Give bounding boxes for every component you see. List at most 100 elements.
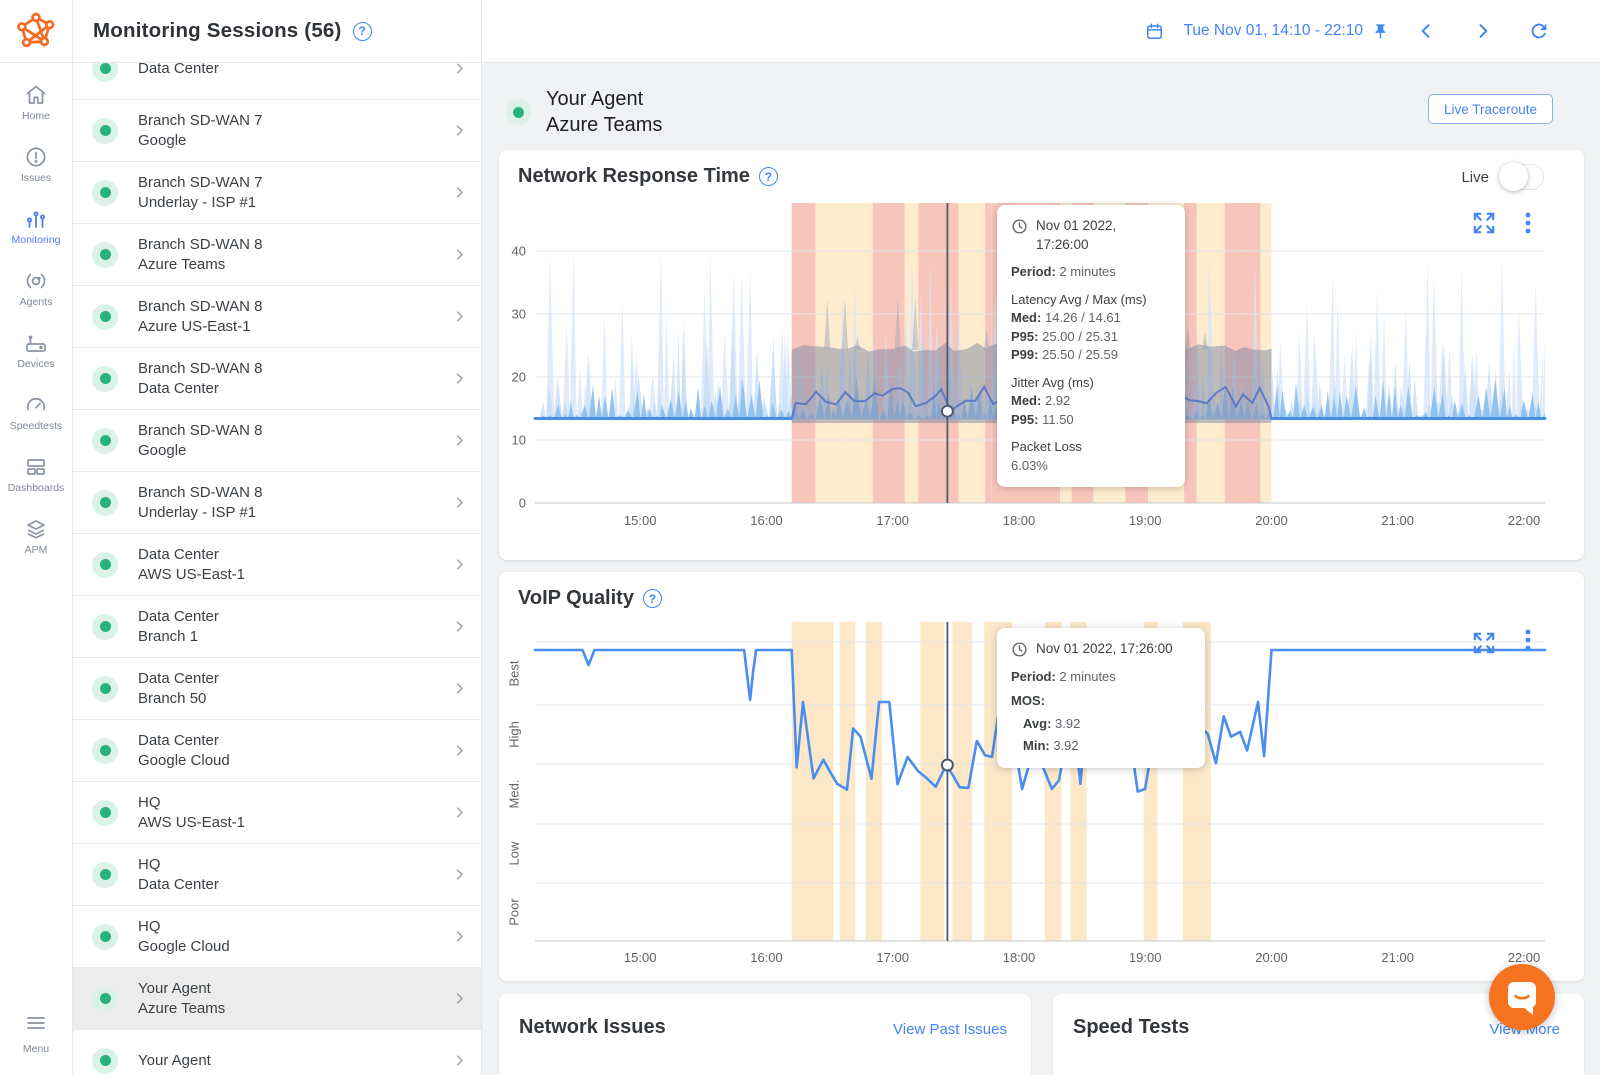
- chevron-left-icon[interactable]: [1416, 21, 1436, 41]
- session-row[interactable]: Data Center: [72, 62, 481, 100]
- session-row[interactable]: Branch SD-WAN 8Data Center: [72, 348, 481, 410]
- chevron-right-icon: [452, 433, 467, 448]
- status-dot-green: [92, 1048, 118, 1074]
- help-circle-icon[interactable]: [643, 589, 662, 608]
- session-label: Branch SD-WAN 8Underlay - ISP #1: [138, 483, 262, 523]
- sidebar-item-issues[interactable]: Issues: [0, 145, 72, 184]
- svg-text:22:00: 22:00: [1508, 950, 1541, 965]
- session-row[interactable]: HQGoogle Cloud: [72, 906, 481, 968]
- view-past-issues-link[interactable]: View Past Issues: [893, 1021, 1007, 1038]
- expand-chart-icon[interactable]: [1471, 630, 1497, 656]
- chevron-right-icon: [452, 681, 467, 696]
- status-dot-green: [92, 62, 118, 82]
- status-dot-green: [92, 800, 118, 826]
- session-row[interactable]: Data CenterBranch 1: [72, 596, 481, 658]
- status-dot-green: [92, 738, 118, 764]
- status-dot-green: [92, 428, 118, 454]
- svg-text:16:00: 16:00: [750, 950, 783, 965]
- svg-text:17:00: 17:00: [876, 513, 909, 528]
- session-label: Your AgentAzure Teams: [138, 979, 225, 1019]
- sidebar-item-home[interactable]: Home: [0, 83, 72, 122]
- sidebar-item-devices[interactable]: Devices: [0, 331, 72, 370]
- sidebar-item-apm[interactable]: APM: [0, 517, 72, 556]
- status-dot-green: [92, 614, 118, 640]
- chart-menu-icon[interactable]: [1524, 211, 1532, 235]
- chat-launcher-button[interactable]: [1489, 964, 1555, 1030]
- live-toggle[interactable]: [1500, 164, 1544, 190]
- time-range-controls: Tue Nov 01, 14:10 - 22:10: [1145, 20, 1600, 42]
- chart-menu-icon[interactable]: [1524, 628, 1532, 652]
- sidebar-item-speedtests[interactable]: Speedtests: [0, 393, 72, 432]
- svg-text:22:00: 22:00: [1508, 513, 1541, 528]
- network-chart-title: Network Response Time: [518, 165, 750, 188]
- date-range-text[interactable]: Tue Nov 01, 14:10 - 22:10: [1183, 22, 1363, 40]
- devices-icon: [24, 331, 48, 355]
- status-dot-green: [92, 986, 118, 1012]
- network-issues-title: Network Issues: [519, 1016, 666, 1039]
- svg-text:Best: Best: [506, 660, 521, 686]
- sidebar-item-agents[interactable]: Agents: [0, 269, 72, 308]
- pin-icon[interactable]: [1372, 23, 1389, 40]
- session-row[interactable]: Branch SD-WAN 8Azure US-East-1: [72, 286, 481, 348]
- live-traceroute-button[interactable]: Live Traceroute: [1428, 94, 1553, 124]
- chevron-right-icon[interactable]: [1473, 21, 1493, 41]
- network-logo-icon: [15, 10, 57, 52]
- speedtests-icon: [24, 393, 48, 417]
- svg-text:40: 40: [512, 243, 526, 258]
- sidebar-item-menu[interactable]: Menu: [0, 1011, 72, 1055]
- live-toggle-label: Live: [1461, 169, 1489, 186]
- calendar-icon[interactable]: [1145, 22, 1164, 41]
- status-dot-green: [92, 304, 118, 330]
- session-label: HQAWS US-East-1: [138, 793, 245, 833]
- menu-icon: [24, 1011, 48, 1040]
- svg-text:21:00: 21:00: [1381, 513, 1414, 528]
- session-row[interactable]: Branch SD-WAN 8Azure Teams: [72, 224, 481, 286]
- svg-text:19:00: 19:00: [1129, 950, 1162, 965]
- svg-text:17:00: 17:00: [876, 950, 909, 965]
- dashboards-icon: [24, 455, 48, 479]
- session-row[interactable]: Data CenterBranch 50: [72, 658, 481, 720]
- session-row[interactable]: Branch SD-WAN 8Google: [72, 410, 481, 472]
- status-dot-green: [92, 366, 118, 392]
- network-chart-tooltip: Nov 01 2022,17:26:00 Period: 2 minutes L…: [997, 205, 1185, 487]
- clock-icon: [1011, 218, 1028, 235]
- session-label: Branch SD-WAN 8Google: [138, 421, 262, 461]
- chevron-right-icon: [452, 867, 467, 882]
- app-logo[interactable]: [0, 0, 73, 62]
- sidebar-item-dashboards[interactable]: Dashboards: [0, 455, 72, 494]
- session-label: Data CenterGoogle Cloud: [138, 731, 230, 771]
- chat-bubble-icon: [1504, 979, 1540, 1016]
- sidebar-item-monitoring[interactable]: Monitoring: [0, 207, 72, 246]
- sidebar-item-label: APM: [25, 544, 48, 556]
- expand-chart-icon[interactable]: [1471, 210, 1497, 236]
- session-row[interactable]: HQData Center: [72, 844, 481, 906]
- svg-text:30: 30: [512, 306, 526, 321]
- session-row[interactable]: Your AgentAzure Teams: [72, 968, 481, 1030]
- status-dot-green: [92, 180, 118, 206]
- svg-text:Poor: Poor: [506, 898, 521, 926]
- svg-text:High: High: [506, 721, 521, 748]
- monitoring-icon: [24, 207, 48, 231]
- session-row[interactable]: Branch SD-WAN 7Google: [72, 100, 481, 162]
- svg-text:15:00: 15:00: [624, 950, 657, 965]
- chevron-right-icon: [452, 743, 467, 758]
- session-label: Data Center: [138, 62, 219, 79]
- session-row[interactable]: Data CenterGoogle Cloud: [72, 720, 481, 782]
- session-row[interactable]: Your Agent: [72, 1030, 481, 1075]
- session-label: Branch SD-WAN 8Azure US-East-1: [138, 297, 262, 337]
- help-circle-icon[interactable]: [353, 22, 372, 41]
- session-row[interactable]: Data CenterAWS US-East-1: [72, 534, 481, 596]
- svg-text:15:00: 15:00: [624, 513, 657, 528]
- sidebar-item-label: Devices: [17, 358, 54, 370]
- refresh-icon[interactable]: [1528, 20, 1550, 42]
- session-row[interactable]: Branch SD-WAN 7Underlay - ISP #1: [72, 162, 481, 224]
- session-row[interactable]: HQAWS US-East-1: [72, 782, 481, 844]
- help-circle-icon[interactable]: [759, 167, 778, 186]
- session-label: Branch SD-WAN 8Azure Teams: [138, 235, 262, 275]
- status-dot-green: [505, 99, 531, 125]
- chevron-right-icon: [452, 123, 467, 138]
- session-label: Your Agent: [138, 1051, 211, 1071]
- network-issues-card: Network Issues View Past Issues: [499, 994, 1031, 1075]
- sidebar-item-label: Issues: [21, 172, 51, 184]
- session-row[interactable]: Branch SD-WAN 8Underlay - ISP #1: [72, 472, 481, 534]
